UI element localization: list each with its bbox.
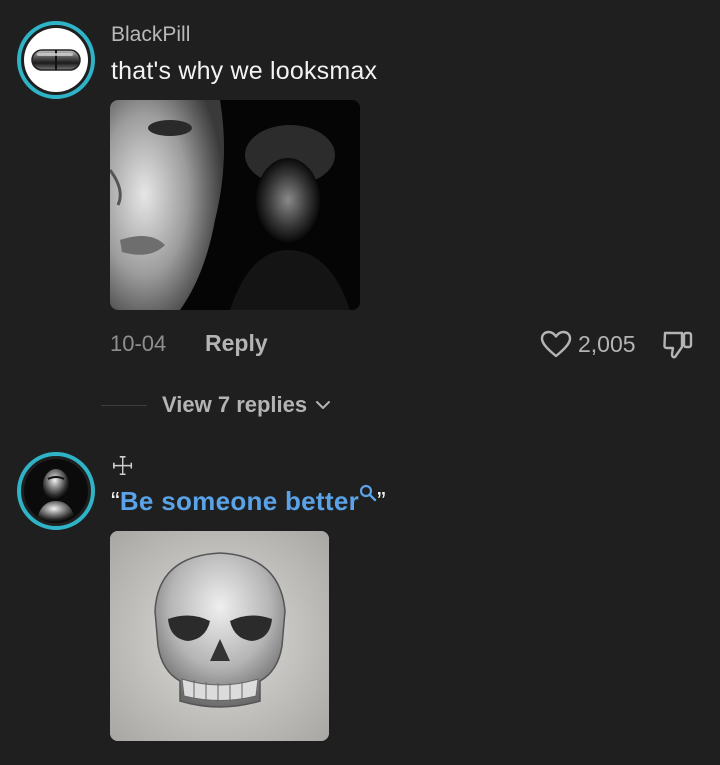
thumbs-down-icon <box>663 331 693 359</box>
comment-image[interactable] <box>110 531 329 741</box>
view-replies-label: View 7 replies <box>162 392 308 417</box>
close-quote: ” <box>377 486 386 516</box>
heart-icon <box>540 330 572 358</box>
divider <box>101 405 147 406</box>
search-icon[interactable] <box>359 484 377 502</box>
chrome-figure-icon <box>24 459 88 523</box>
comment-image[interactable] <box>110 100 360 310</box>
pill-icon <box>24 28 88 92</box>
like-count: 2,005 <box>578 330 636 357</box>
like-button[interactable]: 2,005 <box>540 330 636 358</box>
comment-text: that's why we looksmax <box>111 57 378 85</box>
reply-button[interactable]: Reply <box>205 330 268 357</box>
view-replies-button[interactable]: View 7 replies <box>162 392 331 418</box>
username[interactable]: ☩ <box>111 451 134 482</box>
chevron-down-icon <box>316 401 331 409</box>
comment-date: 10-04 <box>110 331 167 356</box>
avatar[interactable] <box>17 21 95 99</box>
search-link[interactable]: Be someone better <box>120 486 359 517</box>
avatar[interactable] <box>17 452 95 530</box>
comment-text: “ Be someone better ” <box>111 484 386 517</box>
username[interactable]: BlackPill <box>111 23 190 47</box>
open-quote: “ <box>111 486 120 516</box>
dislike-button[interactable] <box>662 330 694 365</box>
